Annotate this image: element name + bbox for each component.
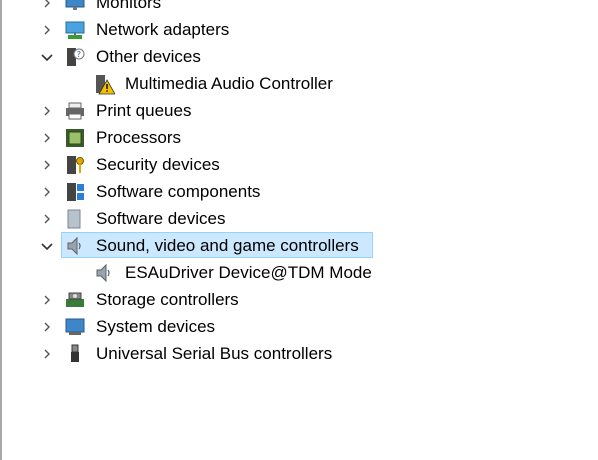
chevron-right-icon[interactable] bbox=[40, 104, 54, 118]
tree-item-print-queues[interactable]: Print queues bbox=[40, 98, 580, 124]
chevron-down-icon[interactable] bbox=[40, 50, 54, 64]
tree-item-label: Processors bbox=[96, 128, 182, 147]
security-device-icon bbox=[67, 156, 84, 174]
tree-item-label: Sound, video and game controllers bbox=[96, 236, 359, 255]
tree-item-storage-controllers[interactable]: Storage controllers bbox=[40, 287, 580, 313]
tree-item-security-devices[interactable]: Security devices bbox=[40, 152, 580, 178]
chevron-right-icon[interactable] bbox=[40, 347, 54, 361]
unknown-device-icon: ? bbox=[67, 48, 85, 66]
tree-item-network-adapters[interactable]: Network adapters bbox=[40, 17, 580, 43]
speaker-icon bbox=[67, 236, 81, 256]
tree-item-label: Universal Serial Bus controllers bbox=[96, 344, 333, 363]
chevron-right-icon[interactable] bbox=[40, 212, 54, 226]
tree-item-label: Multimedia Audio Controller bbox=[125, 74, 333, 93]
software-component-icon bbox=[67, 183, 84, 201]
chevron-right-icon[interactable] bbox=[40, 320, 54, 334]
tree-item-label: Print queues bbox=[96, 101, 192, 120]
tree-item-software-devices[interactable]: Software devices bbox=[40, 206, 580, 232]
svg-text:?: ? bbox=[77, 50, 81, 59]
monitor-icon bbox=[65, 0, 85, 10]
tree-item-software-components[interactable]: Software components bbox=[40, 179, 580, 205]
usb-icon bbox=[71, 344, 79, 362]
tree-item-label: Storage controllers bbox=[96, 290, 239, 309]
chevron-right-icon[interactable] bbox=[40, 158, 54, 172]
speaker-icon bbox=[96, 263, 110, 283]
tree-item-sound-video-game-controllers[interactable]: Sound, video and game controllers bbox=[40, 233, 580, 259]
tree-item-system-devices[interactable]: System devices bbox=[40, 314, 580, 340]
chevron-right-icon[interactable] bbox=[40, 23, 54, 37]
tree-item-usb-controllers[interactable]: Universal Serial Bus controllers bbox=[40, 341, 580, 367]
printer-icon bbox=[66, 102, 84, 120]
storage-controller-icon bbox=[66, 292, 84, 307]
tree-item-processors[interactable]: Processors bbox=[40, 125, 580, 151]
tree-item-other-devices[interactable]: ? Other devices bbox=[40, 44, 580, 70]
network-adapter-icon bbox=[65, 21, 85, 39]
tree-item-multimedia-audio-controller[interactable]: Multimedia Audio Controller bbox=[90, 71, 580, 97]
system-device-icon bbox=[65, 318, 85, 335]
tree-item-esaudriver-device[interactable]: ESAuDriver Device@TDM Mode bbox=[90, 260, 580, 286]
processor-icon bbox=[66, 129, 84, 147]
tree-item-label: Software components bbox=[96, 182, 261, 201]
tree-item-label: Other devices bbox=[96, 47, 201, 66]
tree-item-label: System devices bbox=[96, 317, 216, 336]
chevron-right-icon[interactable] bbox=[40, 293, 54, 307]
tree-item-label: Network adapters bbox=[96, 20, 230, 39]
device-tree: Monitors Network adapters ? Other device… bbox=[0, 0, 598, 460]
software-device-icon bbox=[67, 209, 81, 229]
chevron-right-icon[interactable] bbox=[40, 0, 54, 10]
tree-item-monitors[interactable]: Monitors bbox=[40, 0, 580, 16]
chevron-down-icon[interactable] bbox=[40, 239, 54, 253]
chevron-right-icon[interactable] bbox=[40, 185, 54, 199]
tree-item-label: Monitors bbox=[96, 0, 162, 12]
chevron-right-icon[interactable] bbox=[40, 131, 54, 145]
warning-device-icon bbox=[96, 75, 115, 95]
tree-item-label: Security devices bbox=[96, 155, 220, 174]
tree-item-label: Software devices bbox=[96, 209, 226, 228]
tree-item-label: ESAuDriver Device@TDM Mode bbox=[125, 263, 372, 282]
